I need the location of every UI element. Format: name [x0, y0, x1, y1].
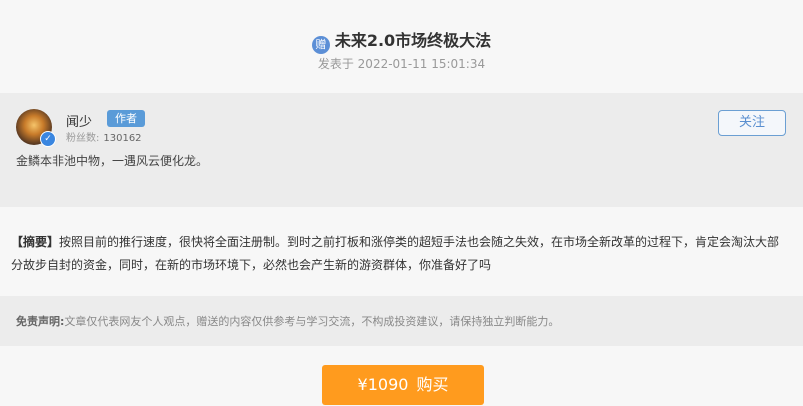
verified-icon: ✓ — [40, 131, 56, 147]
author-badge: 作者 — [107, 110, 145, 127]
gift-icon: 赠 — [311, 36, 330, 54]
avatar[interactable]: ✓ — [16, 109, 56, 147]
summary-tag: 【摘要】 — [11, 235, 60, 249]
disclaimer-label: 免责声明: — [16, 315, 65, 328]
article-summary: 【摘要】按照目前的推行速度，很快将全面注册制。到时之前打板和涨停类的超短手法也会… — [11, 231, 791, 277]
buy-button[interactable]: ¥1090 购买 — [322, 365, 484, 405]
buy-label: 购买 — [416, 375, 449, 394]
article-header: 赠未来2.0市场终极大法 发表于 2022-01-11 15:01:34 — [0, 0, 803, 92]
author-card: ✓ 闻少 作者 粉丝数: 130162 关注 金鳞本非池中物，一遇风云便化龙。 — [0, 93, 803, 207]
summary-text: 按照目前的推行速度，很快将全面注册制。到时之前打板和涨停类的超短手法也会随之失效… — [11, 235, 780, 272]
price: ¥1090 — [357, 375, 409, 394]
follow-button[interactable]: 关注 — [718, 110, 786, 136]
fans-number: 130162 — [103, 133, 142, 144]
disclaimer-text: 文章仅代表网友个人观点，赠送的内容仅供参考与学习交流，不构成投资建议，请保持独立… — [64, 315, 560, 328]
author-name[interactable]: 闻少 — [66, 111, 92, 130]
author-bio: 金鳞本非池中物，一遇风云便化龙。 — [16, 154, 209, 168]
fans-label: 粉丝数: — [66, 133, 100, 144]
disclaimer: 免责声明:文章仅代表网友个人观点，赠送的内容仅供参考与学习交流，不构成投资建议，… — [16, 313, 559, 329]
disclaimer-box: 免责声明:文章仅代表网友个人观点，赠送的内容仅供参考与学习交流，不构成投资建议，… — [0, 296, 803, 346]
fans-count: 粉丝数: 130162 — [66, 129, 142, 144]
article-title-row: 赠未来2.0市场终极大法 — [0, 27, 803, 54]
publish-date: 发表于 2022-01-11 15:01:34 — [317, 57, 486, 71]
article-title: 未来2.0市场终极大法 — [334, 31, 492, 50]
